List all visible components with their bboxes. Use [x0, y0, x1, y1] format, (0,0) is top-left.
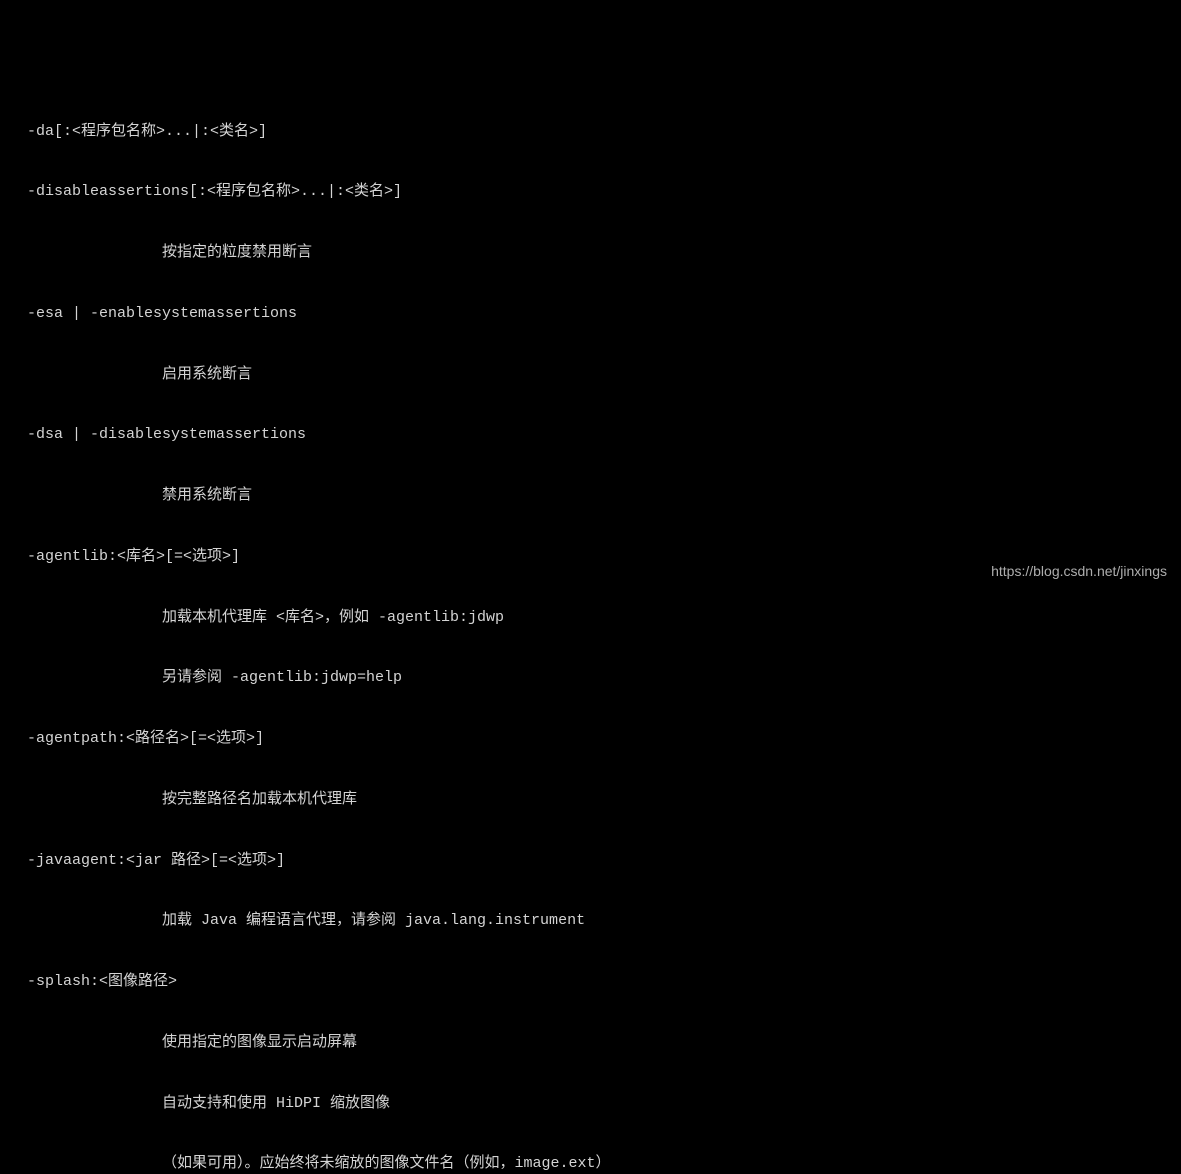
- output-line: 自动支持和使用 HiDPI 缩放图像: [0, 1094, 1181, 1114]
- output-line: -javaagent:<jar 路径>[=<选项>]: [0, 851, 1181, 871]
- output-line: （如果可用）。应始终将未缩放的图像文件名（例如，image.ext）: [0, 1154, 1181, 1174]
- output-line: -disableassertions[:<程序包名称>...|:<类名>]: [0, 182, 1181, 202]
- output-line: 加载本机代理库 <库名>，例如 -agentlib:jdwp: [0, 608, 1181, 628]
- output-line: -splash:<图像路径>: [0, 972, 1181, 992]
- output-line: 禁用系统断言: [0, 486, 1181, 506]
- output-line: 按完整路径名加载本机代理库: [0, 790, 1181, 810]
- output-line: 加载 Java 编程语言代理，请参阅 java.lang.instrument: [0, 911, 1181, 931]
- output-line: 另请参阅 -agentlib:jdwp=help: [0, 668, 1181, 688]
- output-line: -dsa | -disablesystemassertions: [0, 425, 1181, 445]
- output-line: 启用系统断言: [0, 365, 1181, 385]
- output-line: -agentpath:<路径名>[=<选项>]: [0, 729, 1181, 749]
- watermark-text: https://blog.csdn.net/jinxings: [991, 562, 1167, 581]
- terminal-output: -da[:<程序包名称>...|:<类名>] -disableassertion…: [0, 81, 1181, 1174]
- output-line: -da[:<程序包名称>...|:<类名>]: [0, 122, 1181, 142]
- output-line: 使用指定的图像显示启动屏幕: [0, 1033, 1181, 1053]
- output-line: -esa | -enablesystemassertions: [0, 304, 1181, 324]
- output-line: 按指定的粒度禁用断言: [0, 243, 1181, 263]
